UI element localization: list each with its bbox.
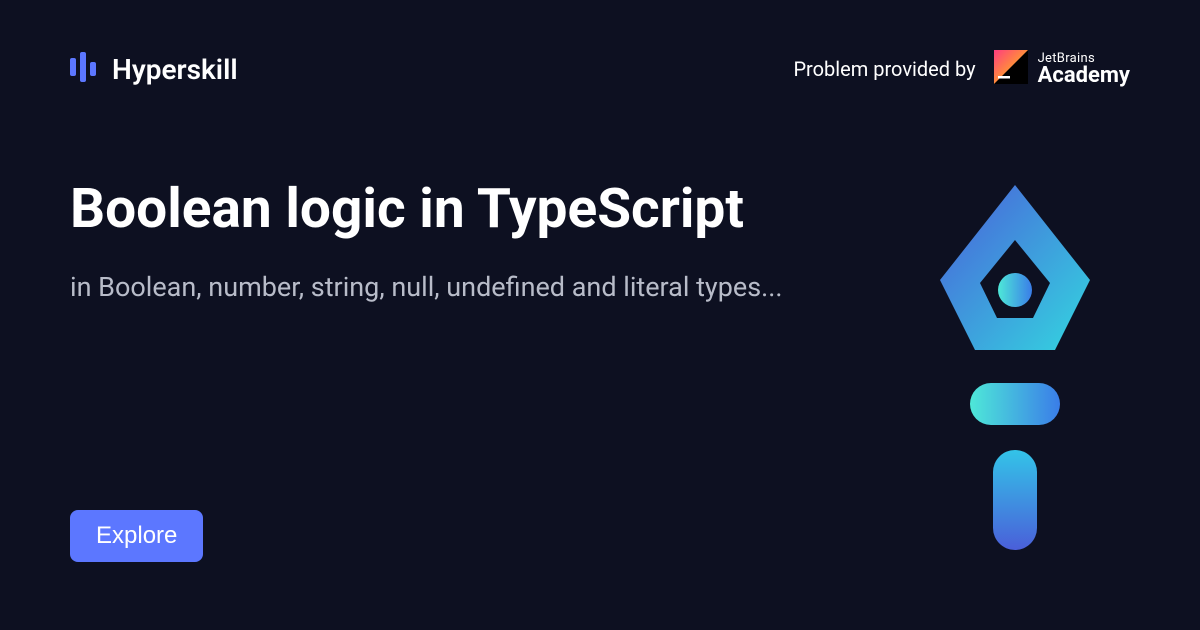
header: Hyperskill Problem provided by [0,0,1200,88]
explore-button[interactable]: Explore [70,510,203,562]
page-subtitle: in Boolean, number, string, null, undefi… [70,269,810,307]
brand: Hyperskill [70,52,238,86]
provider-label: Problem provided by [793,57,975,81]
page-title: Boolean logic in TypeScript [70,178,850,241]
academy-text: JetBrains Academy [1038,52,1130,87]
jetbrains-logo-icon [994,50,1028,88]
decorative-graphic-icon [920,185,1110,555]
academy-bottom-label: Academy [1038,65,1130,87]
hyperskill-logo-icon [70,52,100,86]
academy-brand: JetBrains Academy [994,50,1130,88]
brand-name: Hyperskill [112,53,238,86]
provider-block: Problem provided by Je [793,50,1130,88]
